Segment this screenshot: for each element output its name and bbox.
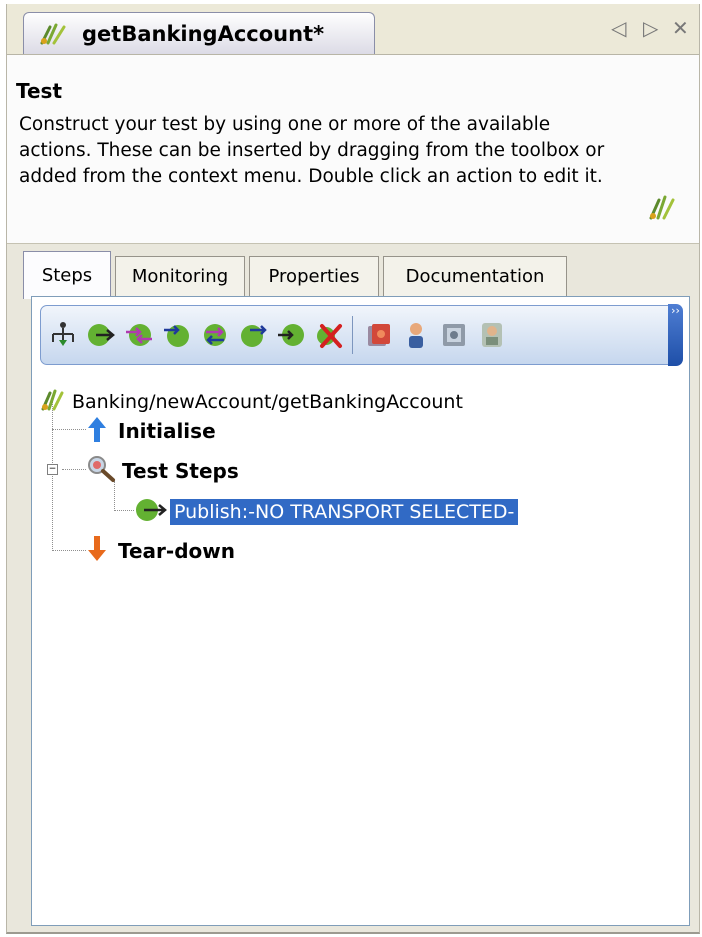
- header-title: Test: [16, 79, 63, 103]
- tree-node-initialise[interactable]: Initialise: [86, 415, 216, 447]
- toolbar-overflow-button[interactable]: ››: [668, 304, 683, 366]
- tree-node-label: Publish:-NO TRANSPORT SELECTED-: [170, 499, 519, 525]
- subscribe-icon[interactable]: [123, 318, 154, 352]
- document-tab-title: getBankingAccount*: [82, 21, 325, 46]
- close-tab-icon[interactable]: ✕: [672, 16, 689, 40]
- message-inspect-icon[interactable]: [438, 318, 469, 352]
- publish-icon[interactable]: [85, 318, 116, 352]
- tree-node-label: Initialise: [118, 419, 216, 443]
- tree-connector: [52, 550, 86, 551]
- tab-monitoring[interactable]: Monitoring: [115, 256, 245, 296]
- subtab-bar: Steps Monitoring Properties Documentatio…: [7, 246, 699, 299]
- test-tube-icon: [38, 20, 72, 48]
- tree-connector: [52, 401, 53, 551]
- test-tube-icon: [40, 387, 66, 417]
- tree-connector: [114, 510, 134, 511]
- arrow-up-icon: [86, 415, 108, 447]
- receive-request-icon[interactable]: [275, 318, 306, 352]
- document-tab[interactable]: getBankingAccount*: [23, 12, 375, 54]
- tree-node-publish[interactable]: Publish:-NO TRANSPORT SELECTED-: [134, 495, 519, 529]
- step-tree: − Banking/newAccount/getBankingAccount I…: [32, 377, 689, 925]
- test-tube-icon: [647, 192, 677, 226]
- send-reply-icon[interactable]: [237, 318, 268, 352]
- receive-reply-icon[interactable]: [161, 318, 192, 352]
- tree-node-test-steps[interactable]: Test Steps: [86, 455, 239, 487]
- arrow-down-icon: [86, 535, 108, 567]
- steps-panel: ›› − Banking/newAccount/getBankingAccoun…: [31, 296, 690, 926]
- user-icon[interactable]: [400, 318, 431, 352]
- collapse-toggle[interactable]: −: [47, 464, 58, 475]
- tree-node-label: Tear-down: [118, 539, 235, 563]
- test-editor-window: getBankingAccount* ◁ ▷ ✕ Test Construct …: [6, 4, 700, 934]
- tree-connector: [52, 429, 86, 430]
- tab-documentation[interactable]: Documentation: [383, 256, 567, 296]
- send-request-icon[interactable]: [199, 318, 230, 352]
- editor-titlebar: getBankingAccount* ◁ ▷ ✕: [7, 4, 699, 54]
- publish-icon: [134, 495, 168, 529]
- steps-toolbar: ››: [40, 304, 683, 366]
- tab-properties[interactable]: Properties: [249, 256, 379, 296]
- tree-node-teardown[interactable]: Tear-down: [86, 535, 235, 567]
- tree-connector: [62, 469, 86, 470]
- test-header: Test Construct your test by using one or…: [7, 54, 699, 244]
- scroll-tabs-left-icon[interactable]: ◁: [611, 16, 626, 40]
- magnifier-icon: [86, 455, 116, 487]
- toolbar-separator: [352, 316, 353, 354]
- header-description: Construct your test by using one or more…: [19, 114, 605, 187]
- tree-root-label: Banking/newAccount/getBankingAccount: [72, 391, 463, 413]
- tree-structure-icon[interactable]: [47, 318, 78, 352]
- tree-root-node[interactable]: Banking/newAccount/getBankingAccount: [40, 387, 463, 417]
- user-switch-icon[interactable]: [476, 318, 507, 352]
- error-message-icon[interactable]: [362, 318, 393, 352]
- tab-steps[interactable]: Steps: [23, 251, 111, 299]
- scroll-tabs-right-icon[interactable]: ▷: [643, 16, 658, 40]
- delete-icon[interactable]: [313, 318, 344, 352]
- tree-node-label: Test Steps: [122, 459, 239, 483]
